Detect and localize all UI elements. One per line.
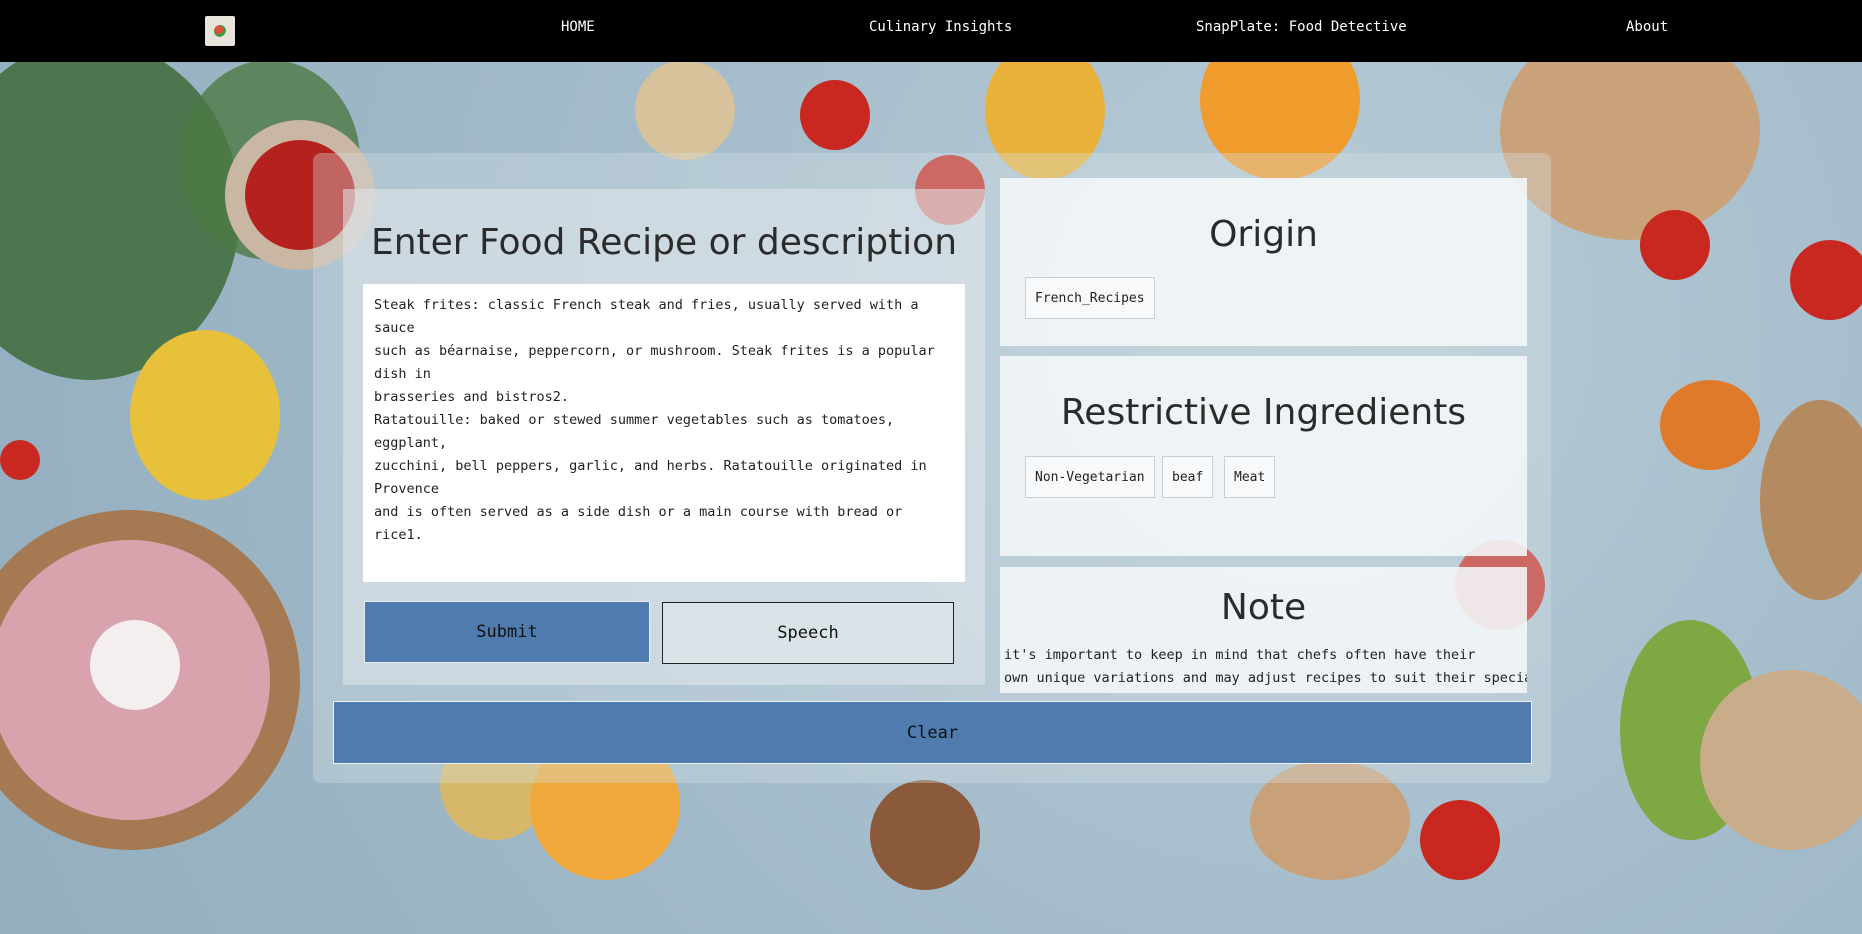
nav-home[interactable]: HOME	[561, 19, 595, 35]
submit-button[interactable]: Submit	[364, 601, 650, 663]
top-nav: HOME Culinary Insights SnapPlate: Food D…	[0, 0, 1862, 62]
restrictive-tag: Non-Vegetarian	[1025, 456, 1155, 498]
speech-button[interactable]: Speech	[662, 602, 954, 664]
nav-about[interactable]: About	[1626, 19, 1668, 35]
restrictive-ingredients-title: Restrictive Ingredients	[1060, 392, 1467, 433]
note-card: Note it's important to keep in mind that…	[1000, 567, 1527, 693]
note-title: Note	[1220, 587, 1307, 628]
restrictive-tag: beaf	[1162, 456, 1214, 498]
nav-culinary-insights[interactable]: Culinary Insights	[869, 19, 1012, 35]
origin-tag: French_Recipes	[1025, 277, 1155, 319]
nav-snapplate-food-detective[interactable]: SnapPlate: Food Detective	[1196, 19, 1407, 35]
app-logo-icon[interactable]	[205, 16, 235, 46]
restrictive-tag: Meat	[1224, 456, 1276, 498]
recipe-textarea[interactable]: Steak frites: classic French steak and f…	[363, 284, 965, 582]
recipe-input-title: Enter Food Recipe or description	[370, 222, 958, 263]
clear-button[interactable]: Clear	[333, 701, 1532, 764]
origin-title: Origin	[1209, 214, 1318, 255]
restrictive-ingredients-card: Restrictive Ingredients Non-Vegetarian b…	[1000, 356, 1527, 556]
origin-card: Origin French_Recipes	[1000, 178, 1527, 346]
note-text: it's important to keep in mind that chef…	[1004, 647, 1527, 686]
